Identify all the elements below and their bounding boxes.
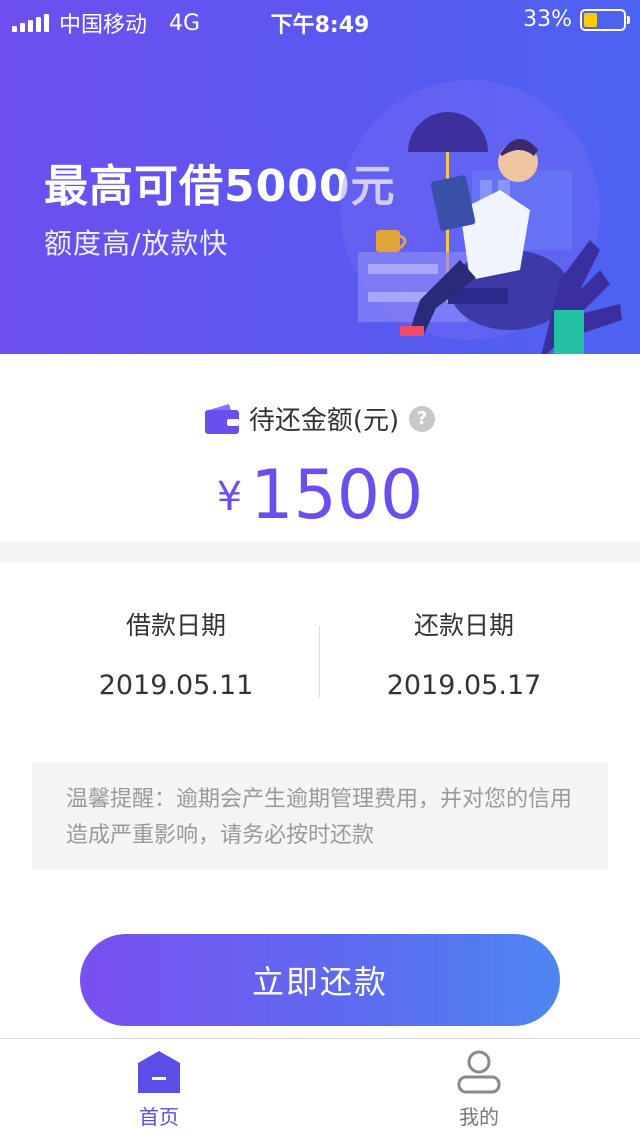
repay-date-column: 还款日期 2019.05.17 — [304, 606, 624, 701]
tab-mine[interactable]: 我的 — [379, 1049, 579, 1130]
tab-mine-label: 我的 — [459, 1105, 499, 1129]
tab-bar: 首页 我的 — [0, 1038, 640, 1136]
section-divider — [0, 542, 640, 562]
battery-icon — [580, 8, 630, 31]
borrow-date-value: 2019.05.11 — [98, 670, 254, 701]
battery-fill — [584, 12, 597, 27]
notice-text: 温馨提醒：逾期会产生逾期管理费用，并对您的信用造成严重影响，请务必按时还款 — [66, 787, 573, 848]
borrow-date-column: 借款日期 2019.05.11 — [16, 606, 336, 701]
hero-banner: 中国移动 4G 下午8:49 33% 最高可借5000元 额度高/放款快 — [0, 0, 640, 354]
repay-date-label: 还款日期 — [413, 611, 514, 640]
hero-subtitle: 额度高/放款快 — [44, 227, 229, 260]
battery-percent: 33% — [523, 7, 572, 32]
wallet-icon — [204, 403, 239, 434]
repay-now-button[interactable]: 立即还款 — [80, 934, 560, 1026]
tab-home-label: 首页 — [139, 1105, 179, 1129]
user-icon — [457, 1050, 501, 1094]
status-bar: 中国移动 4G 下午8:49 33% — [0, 0, 640, 42]
borrow-date-label: 借款日期 — [125, 611, 226, 640]
tab-home[interactable]: 首页 — [59, 1049, 259, 1130]
amount-value: 1500 — [250, 456, 424, 535]
amount-display: ¥1500 — [0, 456, 640, 535]
amount-label: 待还金额(元) — [248, 406, 400, 436]
home-icon — [138, 1051, 180, 1093]
currency-symbol: ¥ — [216, 474, 243, 520]
dates-section: 借款日期 2019.05.11 还款日期 2019.05.17 — [0, 562, 640, 742]
person-laptop-illustration — [340, 80, 622, 354]
amount-label-row: 待还金额(元) ? — [0, 400, 640, 437]
help-icon[interactable]: ? — [409, 405, 436, 432]
notice-box: 温馨提醒：逾期会产生逾期管理费用，并对您的信用造成严重影响，请务必按时还款 — [32, 762, 608, 870]
repay-date-value: 2019.05.17 — [386, 670, 542, 701]
